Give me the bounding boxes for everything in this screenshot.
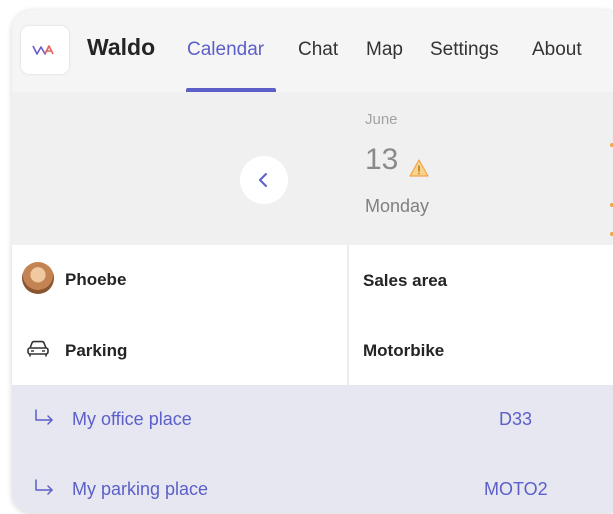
top-nav: Waldo Calendar Chat Map Settings About [12,10,613,92]
waldo-logo-icon [32,45,54,55]
previous-day-button[interactable] [240,156,288,204]
tab-map[interactable]: Map [366,39,403,61]
person-area[interactable]: Sales area [363,271,447,291]
place-label: My office place [72,409,192,429]
place-code: D33 [499,409,533,429]
place-label: My parking place [72,479,209,499]
parking-type[interactable]: Motorbike [363,341,444,361]
avatar [22,262,54,294]
person-name: Phoebe [65,270,127,289]
info-rows [12,245,613,385]
app-name: Waldo [87,34,156,60]
parking-label: Parking [65,341,128,360]
warning-icon [409,159,429,177]
arrow-return-right-icon [35,409,53,425]
date-weekday: Monday [365,196,430,216]
column-divider [347,245,349,385]
arrow-return-right-icon [35,479,53,495]
car-icon [27,340,49,357]
app-card: Waldo Calendar Chat Map Settings About J… [12,10,613,513]
list-item[interactable]: My office place D33 [12,385,613,449]
tab-calendar[interactable]: Calendar [187,39,264,61]
tab-about[interactable]: About [532,39,582,61]
tab-chat[interactable]: Chat [298,39,338,61]
date-month: June [365,111,398,128]
list-item[interactable]: My parking place MOTO2 [12,455,613,513]
app-logo[interactable] [21,26,69,74]
place-code: MOTO2 [484,479,548,499]
places-section: My office place D33 My parking place MOT… [12,385,613,513]
tab-settings[interactable]: Settings [430,39,499,61]
date-header [12,92,613,245]
date-day: 13 [365,143,399,176]
chevron-left-icon [259,173,267,187]
